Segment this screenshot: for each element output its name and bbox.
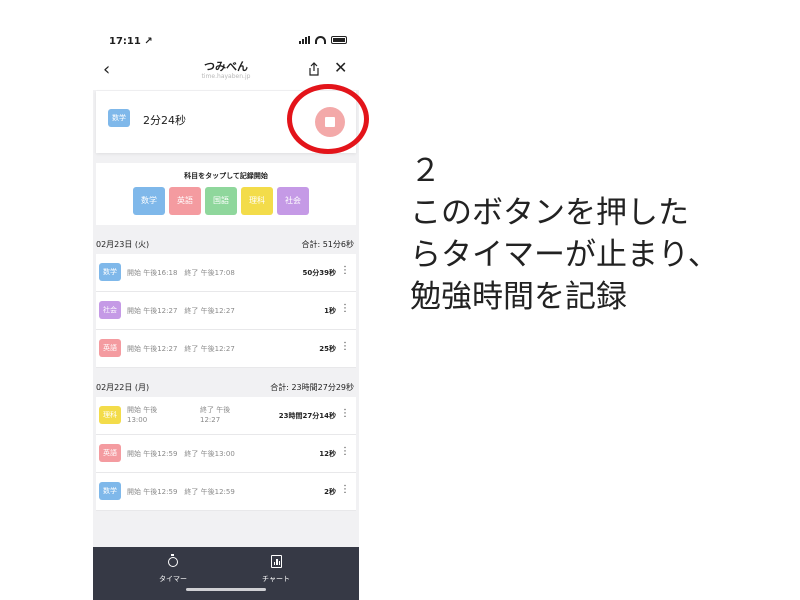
- annotation-line: ２: [410, 153, 441, 189]
- record-subject-chip: 英語: [99, 339, 121, 357]
- more-icon[interactable]: ⋮: [340, 341, 350, 352]
- record-row[interactable]: 社会 開始 午後12:27 終了 午後12:27 1秒 ⋮: [96, 292, 356, 330]
- more-icon[interactable]: ⋮: [340, 265, 350, 276]
- record-time: 開始 午後12:59 終了 午後12:59: [127, 488, 235, 496]
- tab-bar: タイマー チャート: [93, 547, 359, 600]
- record-end: 終了 午後 12:27: [200, 406, 231, 424]
- annotation-line: 勉強時間を記録: [410, 279, 627, 315]
- subject-button-social[interactable]: 社会: [277, 187, 309, 215]
- home-indicator: [186, 588, 266, 591]
- picker-hint: 科目をタップして記録開始: [184, 172, 268, 180]
- annotation-line: このボタンを押した: [410, 195, 689, 231]
- day-total: 合計: 23時間27分29秒: [270, 383, 354, 392]
- signal-icon: [299, 36, 310, 44]
- subject-picker: 科目をタップして記録開始 数学 英語 国語 理科 社会: [96, 163, 356, 225]
- record-duration: 25秒: [319, 345, 336, 353]
- day-group: 02月22日 (月) 合計: 23時間27分29秒 理科 開始 午後 13:00…: [96, 377, 356, 511]
- record-subject-chip: 数学: [99, 482, 121, 500]
- chart-icon: [270, 555, 282, 568]
- record-start: 開始 午後 13:00: [127, 406, 158, 424]
- record-row[interactable]: 英語 開始 午後12:27 終了 午後12:27 25秒 ⋮: [96, 330, 356, 368]
- record-duration: 23時間27分14秒: [278, 412, 336, 420]
- record-duration: 1秒: [324, 307, 336, 315]
- timer-icon: [168, 554, 178, 567]
- record-row[interactable]: 英語 開始 午後12:59 終了 午後13:00 12秒 ⋮: [96, 435, 356, 473]
- subject-button-english[interactable]: 英語: [169, 187, 201, 215]
- record-time: 開始 午後12:59 終了 午後13:00: [127, 450, 235, 458]
- record-subject-chip: 理科: [99, 406, 121, 424]
- battery-icon: [331, 36, 347, 44]
- record-subject-chip: 数学: [99, 263, 121, 281]
- day-group: 02月23日 (火) 合計: 51分6秒 数学 開始 午後16:18 終了 午後…: [96, 234, 356, 368]
- more-icon[interactable]: ⋮: [340, 446, 350, 457]
- day-header: 02月23日 (火) 合計: 51分6秒: [96, 234, 356, 254]
- tab-timer[interactable]: タイマー: [138, 554, 208, 584]
- share-icon[interactable]: [307, 62, 321, 76]
- record-duration: 12秒: [319, 450, 336, 458]
- record-time: 開始 午後16:18 終了 午後17:08: [127, 269, 235, 277]
- more-icon[interactable]: ⋮: [340, 303, 350, 314]
- status-icons: [299, 36, 347, 44]
- timer-subject-chip: 数学: [108, 109, 130, 127]
- day-date: 02月22日 (月): [96, 383, 150, 392]
- more-icon[interactable]: ⋮: [340, 408, 350, 419]
- close-button[interactable]: ✕: [334, 58, 347, 77]
- annotation-line: らタイマーが止まり、: [410, 237, 719, 273]
- subject-buttons: 数学 英語 国語 理科 社会: [133, 187, 309, 215]
- tab-chart[interactable]: チャート: [241, 555, 311, 584]
- record-subject-chip: 社会: [99, 301, 121, 319]
- record-time: 開始 午後12:27 終了 午後12:27: [127, 307, 235, 315]
- record-duration: 2秒: [324, 488, 336, 496]
- record-row[interactable]: 理科 開始 午後 13:00 終了 午後 12:27 23時間27分14秒 ⋮: [96, 397, 356, 435]
- day-date: 02月23日 (火): [96, 240, 150, 249]
- record-subject-chip: 英語: [99, 444, 121, 462]
- status-bar: 17:11 ↗: [93, 30, 359, 54]
- tab-timer-label: タイマー: [159, 575, 187, 583]
- subject-button-japanese[interactable]: 国語: [205, 187, 237, 215]
- subject-button-math[interactable]: 数学: [133, 187, 165, 215]
- record-time: 開始 午後12:27 終了 午後12:27: [127, 345, 235, 353]
- day-total: 合計: 51分6秒: [301, 240, 354, 249]
- wifi-icon: [315, 36, 326, 44]
- timer-elapsed: 2分24秒: [143, 114, 186, 127]
- record-row[interactable]: 数学 開始 午後12:59 終了 午後12:59 2秒 ⋮: [96, 473, 356, 511]
- day-header: 02月22日 (月) 合計: 23時間27分29秒: [96, 377, 356, 397]
- status-time: 17:11 ↗: [109, 36, 153, 47]
- more-icon[interactable]: ⋮: [340, 484, 350, 495]
- tab-chart-label: チャート: [262, 575, 290, 583]
- record-row[interactable]: 数学 開始 午後16:18 終了 午後17:08 50分39秒 ⋮: [96, 254, 356, 292]
- annotation-circle: [287, 84, 369, 154]
- record-duration: 50分39秒: [302, 269, 336, 277]
- annotation-text: ２ このボタンを押した らタイマーが止まり、 勉強時間を記録: [410, 150, 800, 318]
- subject-button-science[interactable]: 理科: [241, 187, 273, 215]
